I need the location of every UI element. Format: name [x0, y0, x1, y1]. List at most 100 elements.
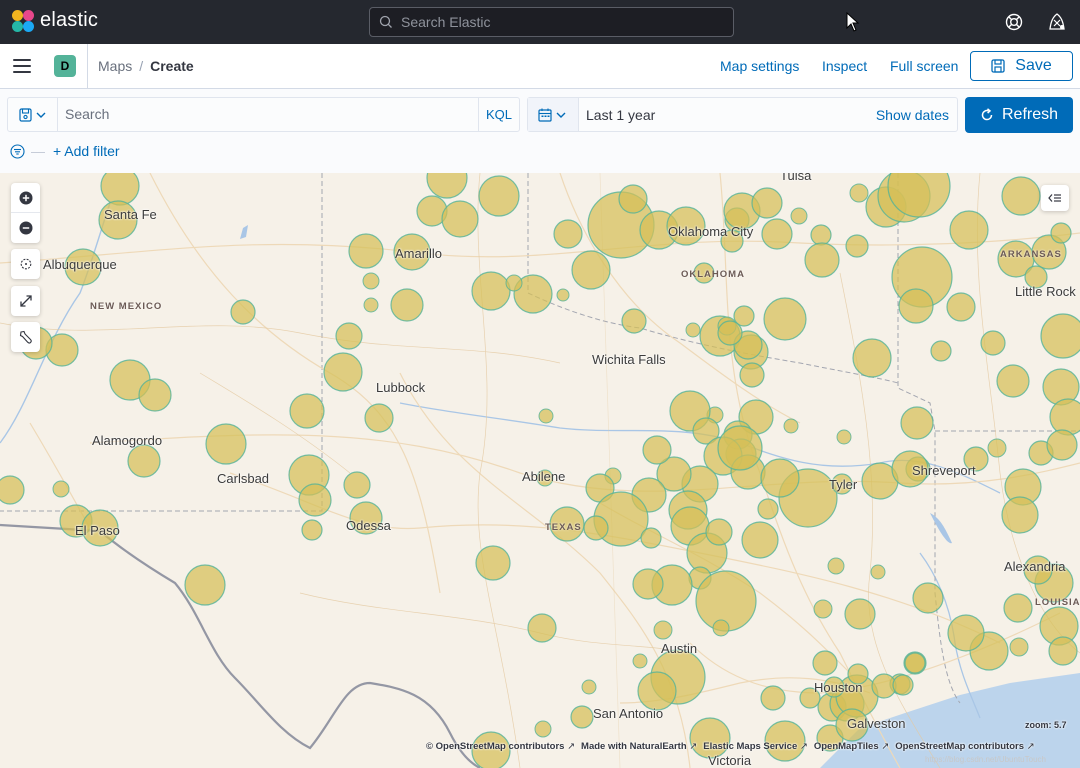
data-point[interactable] — [621, 308, 647, 334]
data-point[interactable] — [52, 480, 70, 498]
data-point[interactable] — [845, 234, 869, 258]
data-point[interactable] — [1009, 637, 1029, 657]
zoom-in-button[interactable] — [11, 183, 40, 213]
tools-button[interactable] — [11, 322, 40, 352]
data-point[interactable] — [571, 250, 611, 290]
map-canvas[interactable]: Santa Fe Albuquerque Amarillo Oklahoma C… — [0, 173, 1080, 768]
data-point[interactable] — [1001, 496, 1039, 534]
data-point[interactable] — [632, 653, 648, 669]
data-point[interactable] — [717, 320, 743, 346]
data-point[interactable] — [127, 444, 161, 478]
data-point[interactable] — [790, 207, 808, 225]
data-point[interactable] — [871, 673, 897, 699]
data-point[interactable] — [642, 435, 672, 465]
data-point[interactable] — [653, 620, 673, 640]
space-avatar[interactable]: D — [54, 55, 76, 77]
data-point[interactable] — [534, 720, 552, 738]
data-point[interactable] — [323, 352, 363, 392]
data-point[interactable] — [335, 322, 363, 350]
time-range-value[interactable]: Last 1 year — [586, 107, 655, 123]
filter-icon[interactable] — [10, 143, 25, 159]
data-point[interactable] — [505, 274, 523, 292]
global-search[interactable] — [369, 7, 734, 37]
data-point[interactable] — [230, 299, 256, 325]
data-point[interactable] — [717, 425, 763, 471]
data-point[interactable] — [930, 340, 952, 362]
data-point[interactable] — [362, 272, 380, 290]
data-point[interactable] — [570, 705, 594, 729]
data-point[interactable] — [581, 679, 597, 695]
data-point[interactable] — [761, 218, 793, 250]
set-view-button[interactable] — [11, 249, 40, 279]
data-point[interactable] — [783, 418, 799, 434]
data-point[interactable] — [441, 200, 479, 238]
data-point[interactable] — [205, 423, 247, 465]
layer-control-toggle[interactable] — [1041, 185, 1069, 211]
data-point[interactable] — [813, 599, 833, 619]
data-point[interactable] — [760, 685, 786, 711]
data-point[interactable] — [640, 527, 662, 549]
attribution-link[interactable]: Made with NaturalEarth ↗ — [581, 741, 697, 752]
full-screen-link[interactable]: Full screen — [890, 58, 958, 74]
breadcrumb-maps[interactable]: Maps — [98, 58, 132, 74]
data-point[interactable] — [637, 671, 677, 711]
data-point[interactable] — [618, 184, 648, 214]
data-point[interactable] — [760, 458, 800, 498]
data-point[interactable] — [348, 233, 384, 269]
data-point[interactable] — [364, 403, 394, 433]
data-point[interactable] — [904, 652, 926, 674]
data-point[interactable] — [757, 498, 779, 520]
data-point[interactable] — [1003, 593, 1033, 623]
data-point[interactable] — [946, 292, 976, 322]
attribution-link[interactable]: OpenStreetMap contributors ↗ — [895, 741, 1034, 752]
help-icon[interactable] — [1005, 13, 1023, 31]
data-point[interactable] — [301, 519, 323, 541]
data-point[interactable] — [1050, 222, 1072, 244]
newsfeed-icon[interactable] — [1048, 12, 1066, 31]
quick-date-menu[interactable] — [528, 98, 579, 131]
data-point[interactable] — [996, 364, 1030, 398]
data-point[interactable] — [892, 674, 914, 696]
data-point[interactable] — [980, 330, 1006, 356]
data-point[interactable] — [741, 521, 779, 559]
kql-toggle[interactable]: KQL — [478, 98, 519, 131]
data-point[interactable] — [947, 614, 985, 652]
data-point[interactable] — [632, 568, 664, 600]
data-point[interactable] — [289, 393, 325, 429]
data-point[interactable] — [751, 187, 783, 219]
zoom-out-button[interactable] — [11, 213, 40, 243]
data-point[interactable] — [426, 173, 468, 199]
show-dates-link[interactable]: Show dates — [876, 107, 949, 123]
map-settings-link[interactable]: Map settings — [720, 58, 799, 74]
data-point[interactable] — [1040, 313, 1080, 359]
data-point[interactable] — [739, 362, 765, 388]
save-button[interactable]: Save — [970, 51, 1073, 81]
data-point[interactable] — [1048, 636, 1078, 666]
data-point[interactable] — [538, 408, 554, 424]
attribution-link[interactable]: © OpenStreetMap contributors ↗ — [426, 741, 575, 752]
data-point[interactable] — [471, 271, 511, 311]
attribution-link[interactable]: OpenMapTiles ↗ — [814, 741, 889, 752]
data-point[interactable] — [849, 183, 869, 203]
global-search-input[interactable] — [401, 14, 721, 30]
data-point[interactable] — [685, 322, 701, 338]
data-point[interactable] — [763, 297, 807, 341]
data-point[interactable] — [705, 518, 733, 546]
saved-query-menu[interactable] — [8, 98, 58, 131]
data-point[interactable] — [812, 650, 838, 676]
data-point[interactable] — [852, 338, 892, 378]
elastic-logo[interactable]: elastic — [12, 9, 98, 32]
data-point[interactable] — [583, 515, 609, 541]
data-point[interactable] — [898, 288, 934, 324]
menu-icon[interactable] — [13, 59, 31, 73]
attribution-link[interactable]: Elastic Maps Service ↗ — [703, 741, 808, 752]
data-point[interactable] — [900, 406, 934, 440]
data-point[interactable] — [987, 438, 1007, 458]
data-point[interactable] — [527, 613, 557, 643]
data-point[interactable] — [827, 557, 845, 575]
inspect-link[interactable]: Inspect — [822, 58, 867, 74]
data-point[interactable] — [478, 175, 520, 217]
query-search-input[interactable] — [65, 106, 475, 122]
data-point[interactable] — [810, 224, 832, 246]
data-point[interactable] — [689, 717, 731, 759]
